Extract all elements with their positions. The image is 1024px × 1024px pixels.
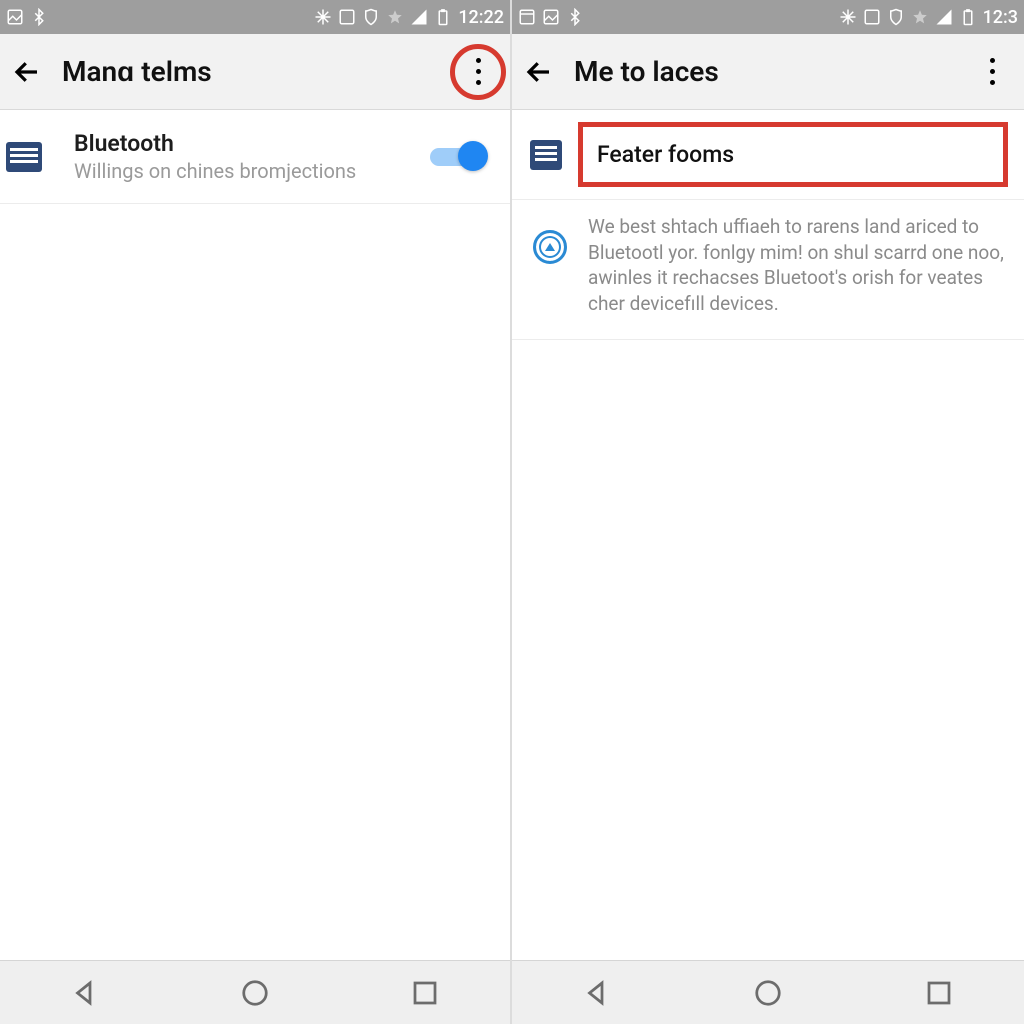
status-clock: 12:3 [983,7,1018,28]
signal-icon [935,8,953,26]
window-icon [518,8,536,26]
content-area: Feater fooms We best shtach uffiaeh to r… [512,110,1024,960]
bluetooth-icon [30,8,48,26]
nav-recent-button[interactable] [365,969,485,1017]
star-icon [386,8,404,26]
signal-icon [410,8,428,26]
more-vert-icon [990,55,995,88]
snow-icon [314,8,332,26]
bluetooth-title: Bluetooth [74,130,430,157]
page-title: Me to laces [574,55,719,88]
nfc-icon [338,8,356,26]
snow-icon [839,8,857,26]
overflow-menu-button[interactable] [970,50,1014,94]
nav-home-button[interactable] [708,969,828,1017]
bluetooth-icon [566,8,584,26]
back-button[interactable] [6,51,48,93]
image-icon [6,8,24,26]
info-text: We best shtach uffiaeh to rarens land ar… [574,214,1004,317]
battery-icon [434,8,452,26]
menu-icon [524,140,568,170]
info-row: We best shtach uffiaeh to rarens land ar… [512,199,1024,340]
battery-icon [959,8,977,26]
phone-screen-left: 12:22 Manɑ telms Bluetooth Willings on c… [0,0,512,1024]
nav-bar [0,960,510,1024]
page-title: Manɑ telms [62,55,212,88]
nav-recent-button[interactable] [879,969,999,1017]
status-bar: 12:22 [0,0,510,34]
overflow-menu-button[interactable] [456,50,500,94]
bluetooth-toggle[interactable] [430,143,488,171]
bluetooth-list-icon [16,137,56,177]
star-icon [911,8,929,26]
nav-home-button[interactable] [195,969,315,1017]
back-button[interactable] [518,51,560,93]
shield-icon [362,8,380,26]
bluetooth-row[interactable]: Bluetooth Willings on chines bromjection… [0,110,510,204]
nav-back-button[interactable] [537,969,657,1017]
bluetooth-subtitle: Willings on chines bromjections [74,159,430,183]
status-bar: 12:3 [512,0,1024,34]
nav-back-button[interactable] [25,969,145,1017]
menu-row-feater[interactable]: Feater fooms [512,110,1024,199]
menu-label-highlighted: Feater fooms [578,122,1008,187]
info-icon [526,214,574,317]
app-bar: Me to laces [512,34,1024,110]
phone-screen-right: 12:3 Me to laces Feater fooms We best sh… [512,0,1024,1024]
image-icon [542,8,560,26]
shield-icon [887,8,905,26]
content-area: Bluetooth Willings on chines bromjection… [0,110,510,960]
nfc-icon [863,8,881,26]
app-bar: Manɑ telms [0,34,510,110]
nav-bar [512,960,1024,1024]
more-vert-icon [476,55,481,88]
status-clock: 12:22 [458,7,504,28]
